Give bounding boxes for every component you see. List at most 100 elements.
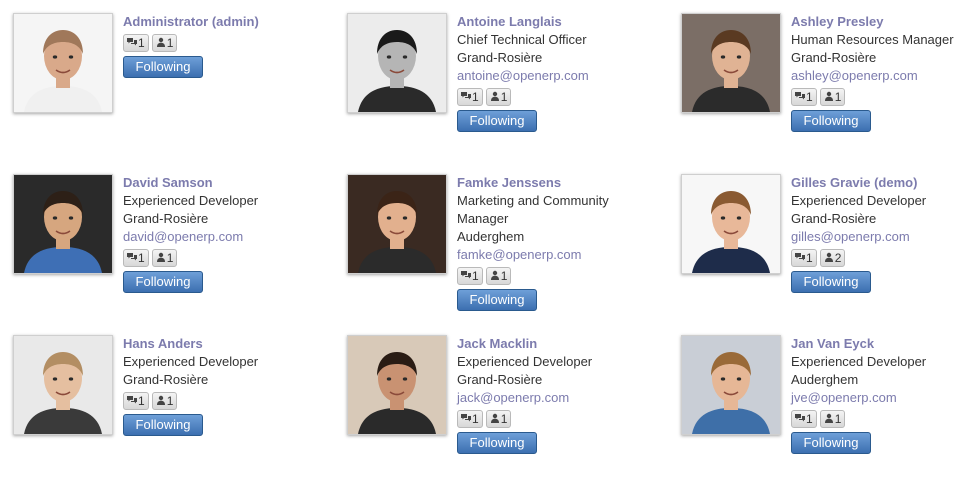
user-name[interactable]: Antoine Langlais	[457, 13, 647, 31]
user-name[interactable]: Ashley Presley	[791, 13, 963, 31]
user-job-title: Experienced Developer	[791, 193, 927, 208]
portrait-image	[348, 14, 446, 112]
user-avatar[interactable]	[347, 13, 447, 113]
user-stats: 1 1	[457, 410, 647, 428]
comments-icon	[795, 90, 806, 104]
user-email[interactable]: david@openerp.com	[123, 228, 313, 246]
user-location: Grand-Rosière	[791, 50, 877, 65]
user-name[interactable]: Jack Macklin	[457, 335, 647, 353]
followers-badge[interactable]: 1	[151, 249, 178, 267]
followers-badge[interactable]: 1	[485, 410, 512, 428]
user-info: Jack Macklin Experienced Developer Grand…	[457, 335, 647, 454]
user-name[interactable]: David Samson	[123, 174, 313, 192]
user-stats: 1 1	[123, 249, 313, 267]
user-info: Famke Jenssens Marketing and Community M…	[457, 174, 647, 311]
user-email[interactable]: jve@openerp.com	[791, 389, 963, 407]
person-icon	[490, 412, 501, 426]
comments-icon	[795, 412, 806, 426]
person-icon	[824, 251, 835, 265]
user-email[interactable]: jack@openerp.com	[457, 389, 647, 407]
following-button[interactable]: Following	[457, 110, 537, 132]
followers-badge[interactable]: 1	[151, 34, 178, 52]
user-name[interactable]: Administrator (admin)	[123, 13, 313, 31]
user-avatar[interactable]	[347, 174, 447, 274]
user-stats: 1 1	[457, 88, 647, 106]
following-button[interactable]: Following	[457, 432, 537, 454]
following-button[interactable]: Following	[791, 271, 871, 293]
followers-badge[interactable]: 1	[151, 392, 178, 410]
user-job-title: Marketing and Community	[457, 193, 609, 208]
user-email[interactable]: gilles@openerp.com	[791, 228, 963, 246]
user-stats: 1 1	[457, 267, 647, 285]
user-avatar[interactable]	[681, 335, 781, 435]
user-avatar[interactable]	[681, 174, 781, 274]
user-directory-grid: Administrator (admin) 1 1 Following Anto…	[0, 0, 963, 456]
person-icon	[156, 251, 167, 265]
portrait-image	[682, 175, 780, 273]
followers-badge[interactable]: 2	[819, 249, 846, 267]
user-info: Gilles Gravie (demo) Experienced Develop…	[791, 174, 963, 293]
messages-badge[interactable]: 1	[457, 267, 483, 285]
user-info: Antoine Langlais Chief Technical Officer…	[457, 13, 647, 132]
user-email[interactable]: ashley@openerp.com	[791, 67, 963, 85]
following-button[interactable]: Following	[123, 414, 203, 436]
followers-badge[interactable]: 1	[819, 410, 846, 428]
following-button[interactable]: Following	[123, 271, 203, 293]
person-icon	[156, 36, 167, 50]
user-info: Jan Van Eyck Experienced Developer Auder…	[791, 335, 963, 454]
following-button[interactable]: Following	[123, 56, 203, 78]
user-card: Jan Van Eyck Experienced Developer Auder…	[681, 335, 963, 485]
user-avatar[interactable]	[13, 174, 113, 274]
portrait-image	[682, 336, 780, 434]
followers-badge[interactable]: 1	[819, 88, 846, 106]
user-location: Grand-Rosière	[457, 372, 543, 387]
comments-icon	[127, 394, 138, 408]
followers-badge[interactable]: 1	[485, 267, 512, 285]
messages-badge[interactable]: 1	[457, 410, 483, 428]
messages-badge[interactable]: 1	[457, 88, 483, 106]
user-card: Jack Macklin Experienced Developer Grand…	[347, 335, 647, 485]
user-avatar[interactable]	[13, 13, 113, 113]
user-stats: 1 1	[791, 410, 963, 428]
user-info: Hans Anders Experienced Developer Grand-…	[123, 335, 313, 436]
following-button[interactable]: Following	[791, 110, 871, 132]
user-card: Administrator (admin) 1 1 Following	[13, 13, 313, 163]
messages-badge[interactable]: 1	[123, 249, 149, 267]
user-name[interactable]: Gilles Gravie (demo)	[791, 174, 963, 192]
messages-badge[interactable]: 1	[123, 392, 149, 410]
comments-icon	[461, 90, 472, 104]
user-job-title: Experienced Developer	[457, 354, 593, 369]
user-stats: 1 2	[791, 249, 963, 267]
user-location: Auderghem	[791, 372, 859, 387]
user-info: Administrator (admin) 1 1 Following	[123, 13, 313, 78]
user-avatar[interactable]	[13, 335, 113, 435]
messages-badge[interactable]: 1	[791, 88, 817, 106]
user-stats: 1 1	[791, 88, 963, 106]
user-card: Gilles Gravie (demo) Experienced Develop…	[681, 174, 963, 324]
followers-badge[interactable]: 1	[485, 88, 512, 106]
user-avatar[interactable]	[347, 335, 447, 435]
portrait-image	[14, 175, 112, 273]
user-job-title-cont: Manager	[457, 211, 509, 226]
user-card: Famke Jenssens Marketing and Community M…	[347, 174, 647, 324]
user-job-title: Experienced Developer	[791, 354, 927, 369]
comments-icon	[127, 251, 138, 265]
user-email[interactable]: famke@openerp.com	[457, 246, 647, 264]
user-name[interactable]: Jan Van Eyck	[791, 335, 963, 353]
user-avatar[interactable]	[681, 13, 781, 113]
messages-badge[interactable]: 1	[791, 410, 817, 428]
following-button[interactable]: Following	[791, 432, 871, 454]
following-button[interactable]: Following	[457, 289, 537, 311]
portrait-image	[14, 336, 112, 434]
user-location: Grand-Rosière	[123, 372, 209, 387]
portrait-image	[348, 336, 446, 434]
user-name[interactable]: Hans Anders	[123, 335, 313, 353]
comments-icon	[461, 269, 472, 283]
person-icon	[490, 269, 501, 283]
user-email[interactable]: antoine@openerp.com	[457, 67, 647, 85]
messages-badge[interactable]: 1	[123, 34, 149, 52]
comments-icon	[461, 412, 472, 426]
user-name[interactable]: Famke Jenssens	[457, 174, 647, 192]
messages-badge[interactable]: 1	[791, 249, 817, 267]
user-card: Antoine Langlais Chief Technical Officer…	[347, 13, 647, 163]
